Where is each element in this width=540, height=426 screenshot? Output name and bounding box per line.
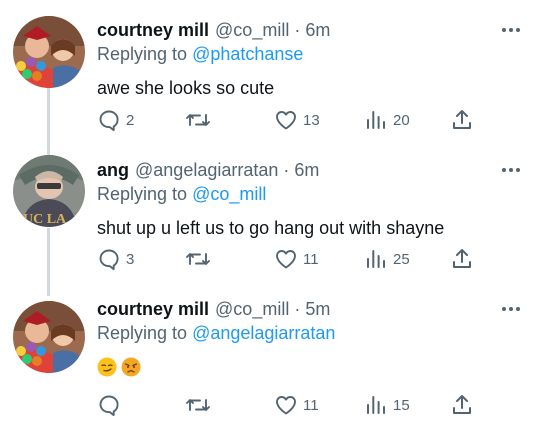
replying-to: Replying to @co_mill <box>97 182 526 206</box>
pouting-face-emoji-icon <box>121 357 141 377</box>
replying-to-label: Replying to <box>97 323 188 343</box>
views-count: 25 <box>393 250 410 268</box>
display-name[interactable]: courtney mill <box>97 297 209 321</box>
tweet-header: ang @angelagiarratan · 6m <box>97 158 526 182</box>
svg-text:UC LA: UC LA <box>23 212 67 227</box>
views-icon <box>367 250 385 268</box>
views-button[interactable]: 25 <box>364 245 410 273</box>
reply-icon <box>99 110 119 132</box>
retweet-button[interactable] <box>185 391 216 419</box>
reply-icon <box>99 249 119 271</box>
views-count: 20 <box>393 111 410 129</box>
replying-to-label: Replying to <box>97 184 188 204</box>
tweet-text <box>97 355 526 379</box>
views-icon <box>367 396 385 414</box>
tweet[interactable]: courtney mill @co_mill · 6m Replying to … <box>0 0 540 145</box>
tweet[interactable]: courtney mill @co_mill · 5m Replying to … <box>0 285 540 426</box>
tweet-actions: 11 15 <box>97 391 487 419</box>
more-icon[interactable] <box>502 299 520 319</box>
tweet-header: courtney mill @co_mill · 5m <box>97 297 526 321</box>
share-icon <box>453 249 471 268</box>
share-button[interactable] <box>450 106 474 134</box>
views-count: 15 <box>393 396 410 414</box>
user-handle[interactable]: @co_mill <box>215 18 289 42</box>
reply-thread: courtney mill @co_mill · 6m Replying to … <box>0 0 540 426</box>
retweet-button[interactable] <box>185 245 216 273</box>
avatar-photo <box>13 301 85 373</box>
heart-icon <box>276 250 296 269</box>
separator: · <box>294 20 301 40</box>
share-button[interactable] <box>450 245 474 273</box>
avatar-photo: UC LA <box>13 155 85 227</box>
replying-to-link[interactable]: @phatchanse <box>192 44 303 64</box>
timestamp[interactable]: 6m <box>305 18 330 42</box>
replying-to-link[interactable]: @angelagiarratan <box>192 323 335 343</box>
replying-to: Replying to @angelagiarratan <box>97 321 526 345</box>
retweet-icon <box>186 399 210 411</box>
like-button[interactable]: 11 <box>274 391 319 419</box>
display-name[interactable]: courtney mill <box>97 18 209 42</box>
separator: · <box>294 299 301 319</box>
tweet-header: courtney mill @co_mill · 6m <box>97 18 526 42</box>
more-icon[interactable] <box>502 20 520 40</box>
views-button[interactable]: 20 <box>364 106 410 134</box>
smirking-face-emoji-icon <box>97 357 117 377</box>
retweet-button[interactable] <box>185 106 216 134</box>
reply-button[interactable]: 2 <box>97 106 134 134</box>
tweet-content: ang @angelagiarratan · 6m Replying to @c… <box>97 158 526 240</box>
share-button[interactable] <box>450 391 474 419</box>
retweet-icon <box>186 253 210 265</box>
share-icon <box>453 110 471 129</box>
replying-to-label: Replying to <box>97 44 188 64</box>
tweet-actions: 3 11 25 <box>97 245 487 273</box>
views-icon <box>367 111 385 129</box>
replying-to-link[interactable]: @co_mill <box>192 184 266 204</box>
avatar[interactable]: UC LA <box>13 155 85 227</box>
heart-icon <box>276 111 296 130</box>
tweet-text: shut up u left us to go hang out with sh… <box>97 218 445 238</box>
avatar-photo <box>13 16 85 88</box>
tweet-text: awe she looks so cute <box>97 78 275 98</box>
reply-button[interactable] <box>97 391 126 419</box>
like-button[interactable]: 13 <box>274 106 320 134</box>
like-count: 13 <box>303 111 320 129</box>
timestamp[interactable]: 5m <box>305 297 330 321</box>
tweet-content: courtney mill @co_mill · 6m Replying to … <box>97 18 526 100</box>
reply-icon <box>99 395 119 417</box>
share-icon <box>453 395 471 414</box>
more-icon[interactable] <box>502 160 520 180</box>
avatar[interactable] <box>13 16 85 88</box>
like-button[interactable]: 11 <box>274 245 319 273</box>
like-count: 11 <box>303 396 319 414</box>
display-name[interactable]: ang <box>97 158 129 182</box>
timestamp[interactable]: 6m <box>294 158 319 182</box>
heart-icon <box>276 396 296 415</box>
like-count: 11 <box>303 250 319 268</box>
avatar[interactable] <box>13 301 85 373</box>
retweet-icon <box>186 114 210 126</box>
reply-button[interactable]: 3 <box>97 245 134 273</box>
reply-count: 3 <box>126 250 135 268</box>
tweet-content: courtney mill @co_mill · 5m Replying to … <box>97 297 526 379</box>
reply-count: 2 <box>126 111 135 129</box>
views-button[interactable]: 15 <box>364 391 410 419</box>
user-handle[interactable]: @angelagiarratan <box>135 158 278 182</box>
tweet[interactable]: UC LA ang @angelagiarratan · 6m Replying… <box>0 145 540 285</box>
user-handle[interactable]: @co_mill <box>215 297 289 321</box>
replying-to: Replying to @phatchanse <box>97 42 526 66</box>
separator: · <box>283 160 290 180</box>
tweet-actions: 2 13 20 <box>97 106 487 134</box>
